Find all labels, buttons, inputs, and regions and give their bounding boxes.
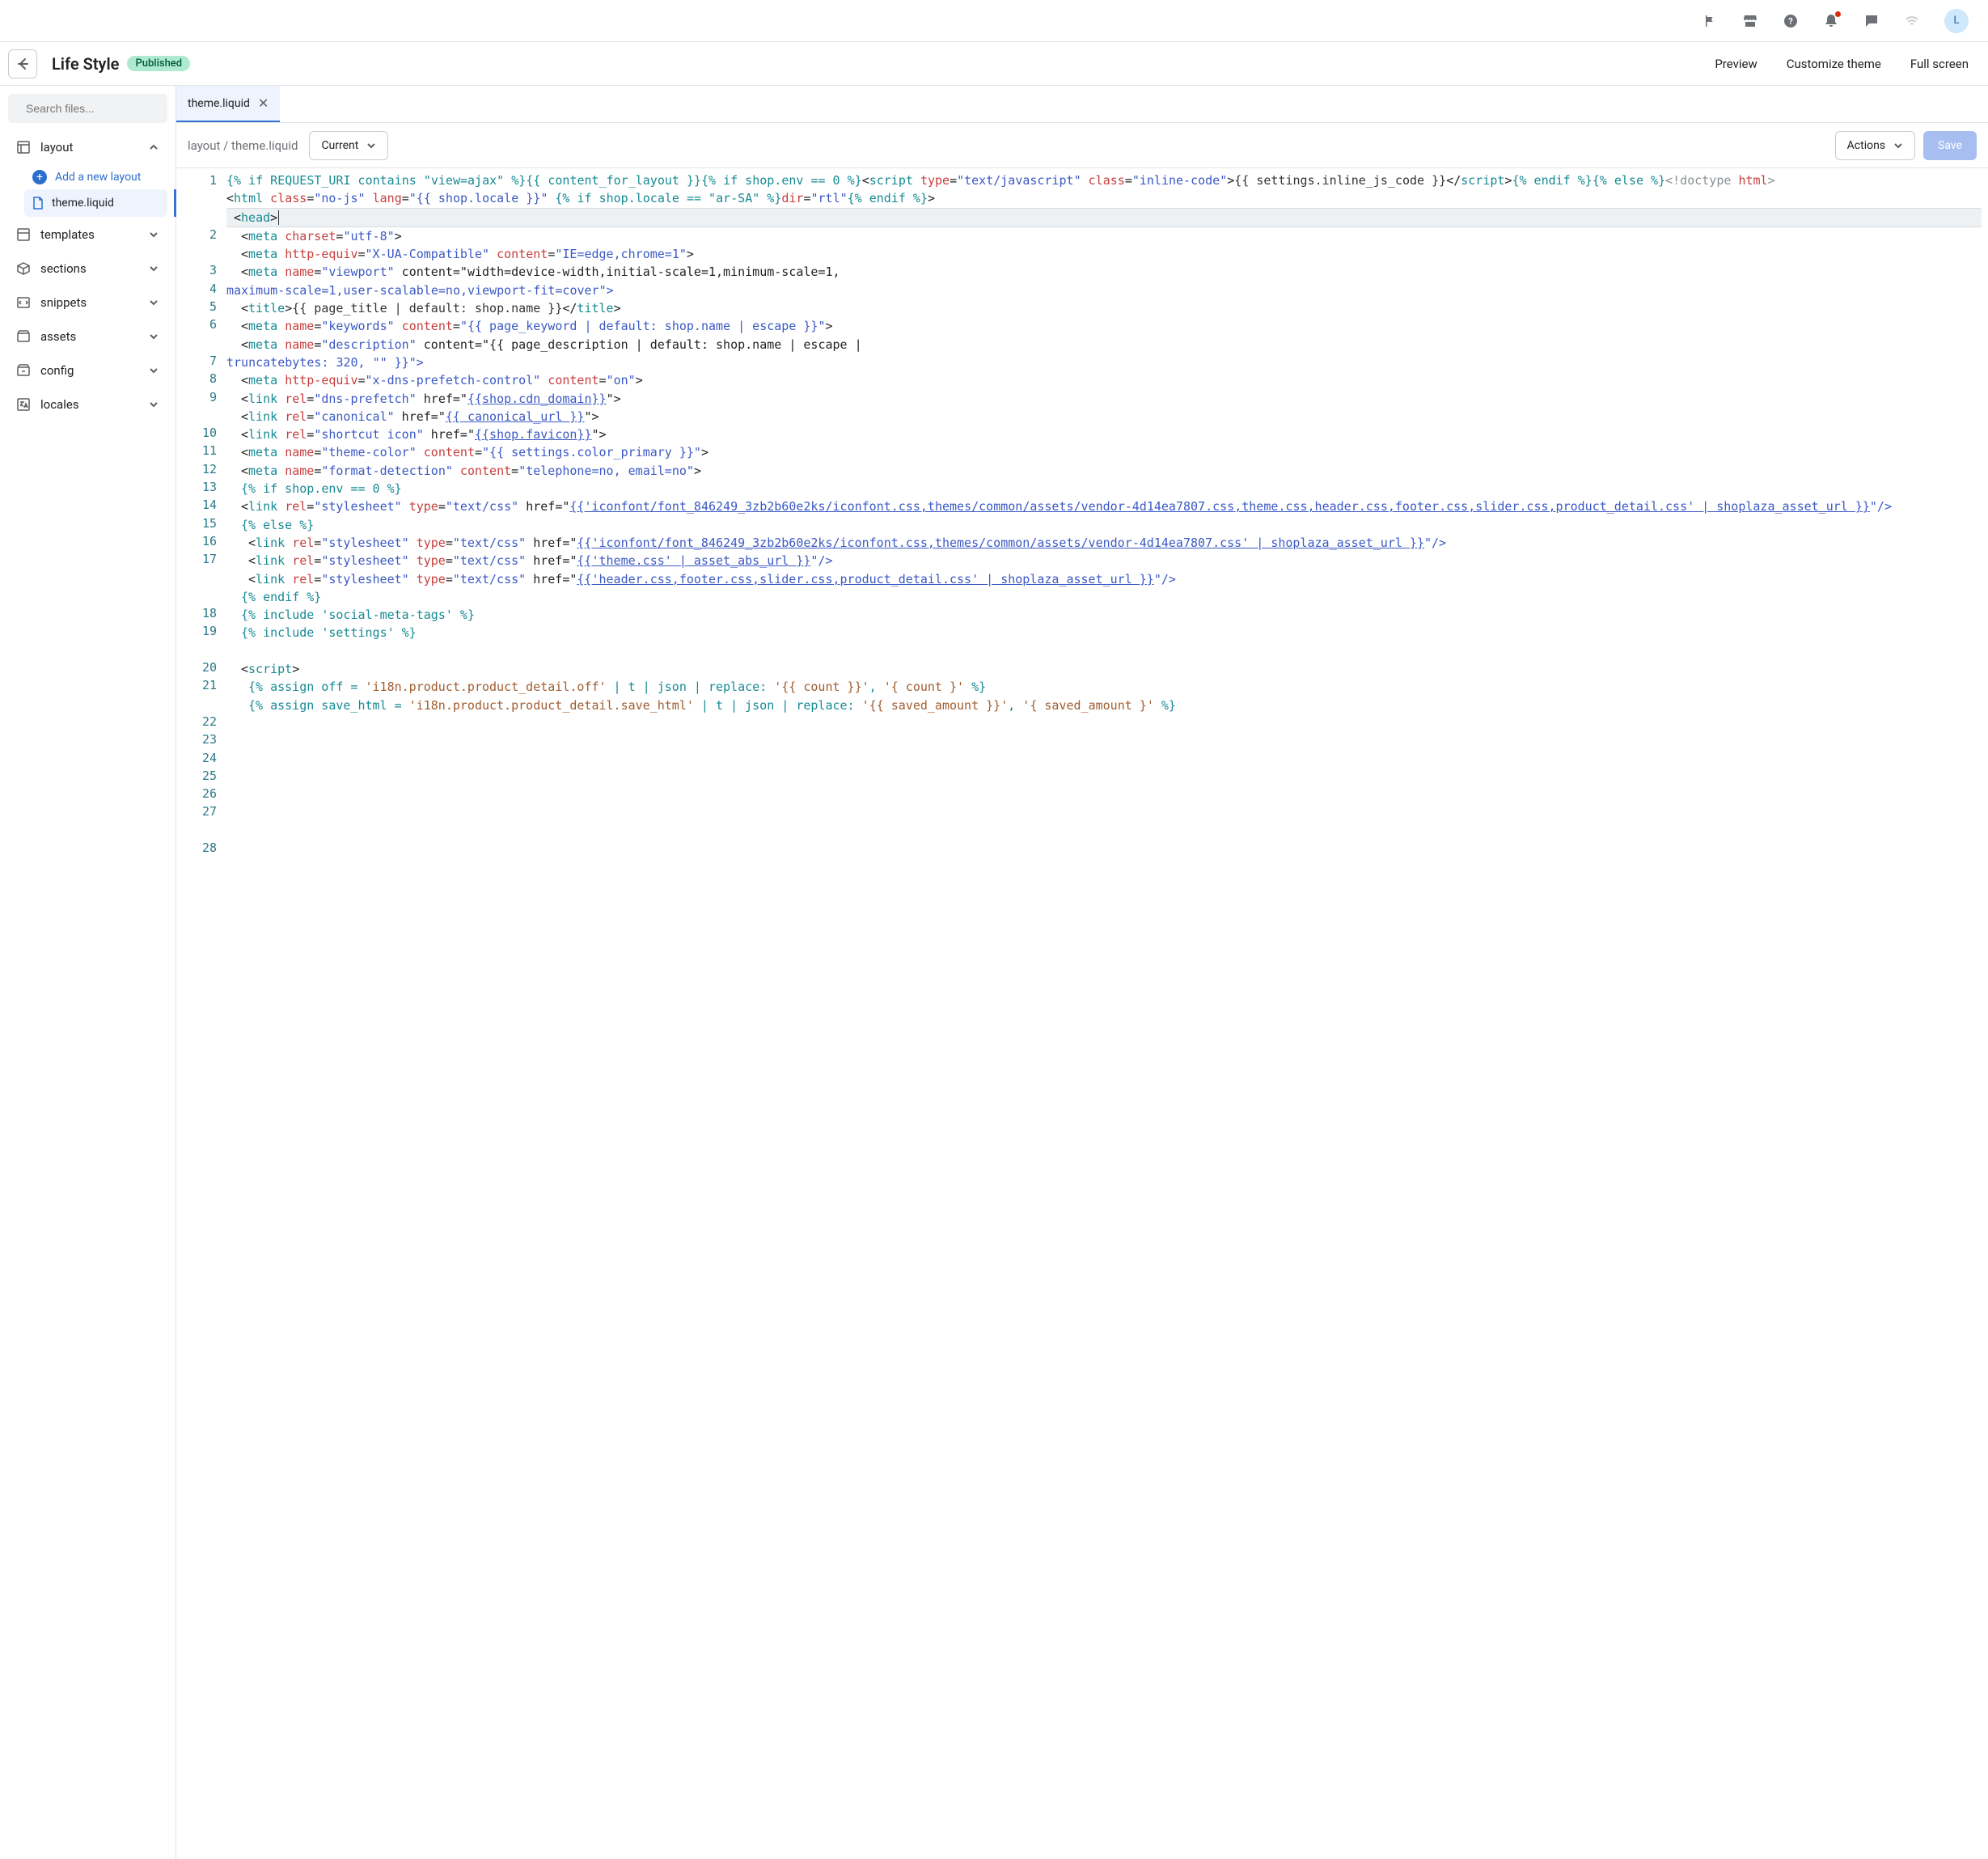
customize-link[interactable]: Customize theme <box>1787 57 1881 71</box>
flag-icon[interactable] <box>1702 13 1718 29</box>
search-input[interactable] <box>26 102 172 115</box>
sidebar-item-templates[interactable]: templates <box>8 218 167 251</box>
add-layout-button[interactable]: + Add a new layout <box>24 165 167 189</box>
save-button[interactable]: Save <box>1923 131 1977 160</box>
fullscreen-link[interactable]: Full screen <box>1910 57 1969 71</box>
breadcrumb: layout / theme.liquid <box>188 138 298 153</box>
actions-select[interactable]: Actions <box>1835 131 1915 160</box>
chevron-down-icon <box>148 229 159 240</box>
file-theme-liquid[interactable]: theme.liquid <box>24 189 167 217</box>
sidebar-item-config[interactable]: config <box>8 354 167 387</box>
svg-text:?: ? <box>1788 16 1793 27</box>
sidebar-item-layout[interactable]: layout <box>8 131 167 163</box>
chevron-up-icon <box>148 142 159 153</box>
search-box[interactable] <box>8 94 167 123</box>
sidebar-item-locales[interactable]: locales <box>8 388 167 421</box>
store-icon[interactable] <box>1742 13 1758 29</box>
code-editor[interactable]: 1234567891011121314151617181920212223242… <box>176 168 1988 1859</box>
page-title: Life Style <box>52 54 119 74</box>
sidebar: layout + Add a new layout theme.liquid t… <box>0 86 176 1859</box>
plus-icon: + <box>32 170 47 184</box>
chevron-down-icon <box>148 263 159 274</box>
chevron-down-icon <box>148 365 159 376</box>
chevron-down-icon <box>366 141 376 150</box>
snippets-icon <box>16 295 31 310</box>
back-button[interactable] <box>8 49 37 78</box>
chevron-down-icon <box>1893 141 1903 150</box>
tab-close-icon[interactable]: ✕ <box>258 95 269 111</box>
page-header: Life Style Published Preview Customize t… <box>0 42 1988 86</box>
editor-toolbar: layout / theme.liquid Current Actions Sa… <box>176 123 1988 168</box>
sidebar-item-snippets[interactable]: snippets <box>8 286 167 319</box>
sidebar-item-sections[interactable]: sections <box>8 252 167 285</box>
status-badge: Published <box>127 56 190 71</box>
version-select[interactable]: Current <box>309 131 388 160</box>
tab-theme-liquid[interactable]: theme.liquid ✕ <box>176 86 280 122</box>
help-icon[interactable]: ? <box>1783 13 1799 29</box>
chevron-down-icon <box>148 297 159 308</box>
avatar[interactable]: L <box>1944 9 1969 33</box>
line-gutter: 1234567891011121314151617181920212223242… <box>176 168 226 1859</box>
sections-icon <box>16 261 31 276</box>
bell-icon[interactable] <box>1823 13 1839 29</box>
preview-link[interactable]: Preview <box>1715 57 1757 71</box>
code-body[interactable]: {% if REQUEST_URI contains "view=ajax" %… <box>226 168 1988 1859</box>
layout-icon <box>16 140 31 155</box>
config-icon <box>16 363 31 378</box>
editor-area: theme.liquid ✕ layout / theme.liquid Cur… <box>176 86 1988 1859</box>
locales-icon <box>16 397 31 412</box>
chevron-down-icon <box>148 331 159 342</box>
top-icons-bar: ? L <box>0 0 1988 42</box>
file-icon <box>32 197 44 210</box>
templates-icon <box>16 227 31 242</box>
chat-icon[interactable] <box>1863 13 1880 29</box>
sidebar-item-assets[interactable]: assets <box>8 320 167 353</box>
chevron-down-icon <box>148 399 159 410</box>
tabs-bar: theme.liquid ✕ <box>176 86 1988 123</box>
wifi-icon[interactable] <box>1904 13 1920 29</box>
assets-icon <box>16 329 31 344</box>
